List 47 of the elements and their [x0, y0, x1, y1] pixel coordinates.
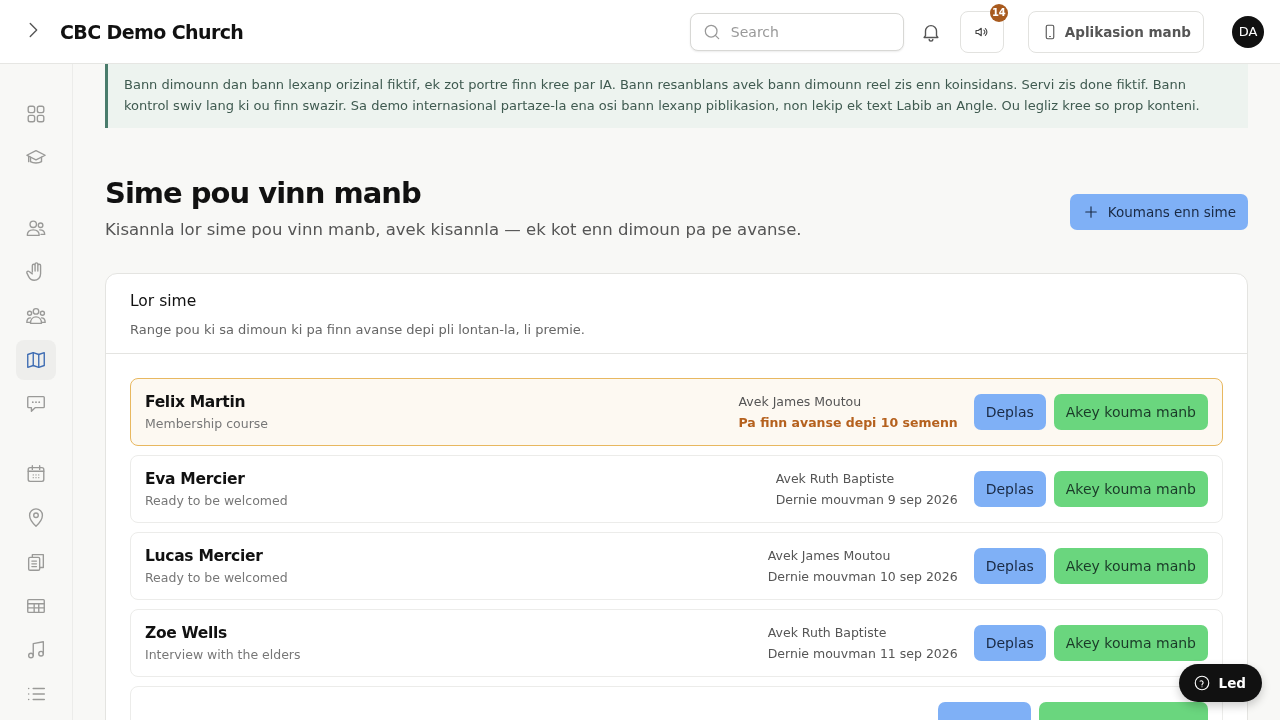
path-step: Membership course	[145, 416, 739, 431]
panel-subtitle: Range pou ki sa dimoun ki pa finn avanse depi pli lontan-la, li premie.	[130, 322, 586, 337]
status-label: Pa finn avanse depi 10 semenn	[738, 415, 958, 430]
grid-icon	[25, 103, 47, 125]
sidebar-item[interactable]	[16, 340, 56, 380]
path-step: Ready to be welcomed	[145, 493, 776, 508]
mentor-label: Avek James Moutou	[738, 394, 862, 409]
clipboard-icon	[25, 551, 47, 573]
people-icon	[25, 217, 47, 239]
move-button[interactable]: Deplas	[973, 548, 1046, 584]
person-name: Zoe Wells	[145, 624, 228, 642]
welcome-button[interactable]: Akey kouma manb	[1053, 548, 1208, 584]
status-label: Dernie mouvman 9 sep 2026	[775, 492, 958, 507]
welcome-button[interactable]: Akey kouma manb	[1053, 394, 1208, 430]
church-name: CBC Demo Church	[60, 20, 244, 43]
mentor-label: Avek James Moutou	[767, 548, 891, 563]
disclaimer-notice: Bann dimounn dan bann lexanp orizinal fiktif, ek zot portre finn kree par IA. Bann resanblans avek bann dimounn reel zis enn koinsidans. Servi zis done fiktif. Bann kontrol swiv lang ki ou finn swazir. Sa demo internasional partaze-la ena osi bann lexanp piblikasion, non lekip ek text Labib an Angle. Ou legliz kree so prop konteni.	[105, 64, 1248, 128]
status-label: Dernie mouvman 11 sep 2026	[767, 646, 958, 661]
page-subtitle: Kisannla lor sime pou vinn manb, avek kisannla — ek kot enn dimoun pa pe avanse.	[105, 220, 802, 239]
user-avatar[interactable]: DA	[1232, 15, 1264, 48]
panel-title: Lor sime	[130, 292, 198, 310]
group-icon	[25, 305, 47, 327]
mentor-label: Avek Ruth Baptiste	[775, 471, 895, 486]
start-path-button[interactable]: Koumans enn sime	[1069, 194, 1248, 230]
help-icon	[1192, 674, 1211, 692]
announcements-button[interactable]	[959, 10, 1004, 53]
status-label: Dernie mouvman 10 sep 2026	[767, 569, 958, 584]
path-step: Interview with the elders	[145, 647, 768, 662]
move-button[interactable]: Deplas	[973, 471, 1046, 507]
calendar-icon	[25, 463, 47, 485]
person-name: Lucas Mercier	[145, 547, 264, 565]
help-button[interactable]: Led	[1178, 664, 1262, 702]
path-step: Ready to be welcomed	[145, 570, 768, 585]
mentor-label: Avek Ruth Baptiste	[767, 625, 887, 640]
person-name: Felix Martin	[145, 393, 247, 411]
page-title: Sime pou vinn manb	[105, 176, 422, 210]
map-icon	[25, 349, 47, 371]
person-name: Eva Mercier	[145, 470, 246, 488]
move-button[interactable]: Deplas	[973, 625, 1046, 661]
member-app-button[interactable]: Aplikasion manb	[1027, 10, 1204, 53]
music-note-icon	[25, 639, 47, 661]
search-field[interactable]: Search	[689, 12, 904, 51]
welcome-button[interactable]: Akey kouma manb	[1053, 625, 1208, 661]
notification-badge: 14	[989, 3, 1008, 22]
chat-bubble-icon	[25, 393, 47, 415]
welcome-button[interactable]: Akey kouma manb	[1053, 471, 1208, 507]
move-button[interactable]: Deplas	[973, 394, 1046, 430]
